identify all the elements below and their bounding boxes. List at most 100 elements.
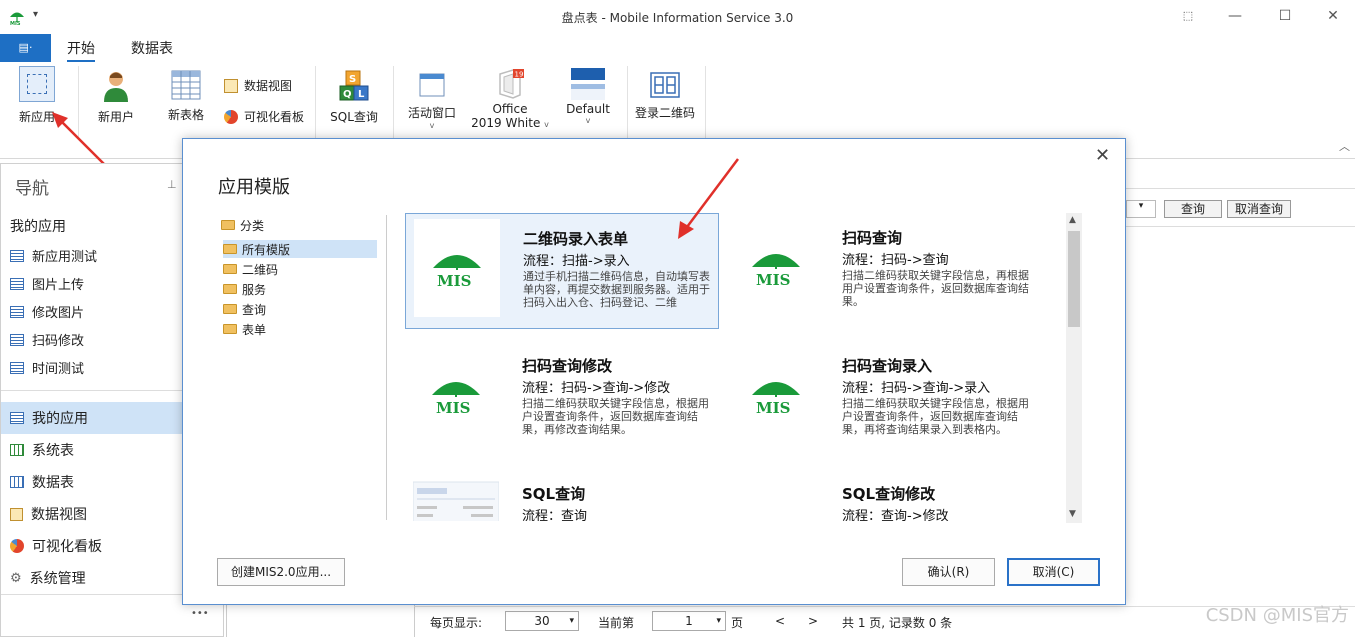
folder-open-icon xyxy=(223,244,237,254)
template-flow: 流程：查询 xyxy=(522,509,588,521)
next-page-button[interactable]: > xyxy=(808,614,818,628)
table-grid-icon xyxy=(171,70,201,100)
folder-icon xyxy=(223,324,237,334)
scroll-thumb[interactable] xyxy=(1068,231,1080,327)
nav-item-app-2[interactable]: 图片上传 xyxy=(10,274,84,293)
template-title: 扫码查询录入 xyxy=(842,357,933,375)
current-page-label: 当前第 xyxy=(598,616,635,630)
tree-node-root[interactable]: 分类 xyxy=(221,216,264,234)
theme-default-button[interactable]: Default v xyxy=(562,68,614,125)
theme-swatch-icon xyxy=(571,68,605,100)
login-qr-button[interactable]: 登录二维码 xyxy=(633,72,697,121)
template-title: SQL查询 xyxy=(522,485,586,503)
list-icon xyxy=(10,361,24,374)
theme-office-button[interactable]: 19 Office 2019 White v xyxy=(470,68,550,130)
pin-icon[interactable]: ⊥ xyxy=(167,178,177,191)
folder-open-icon xyxy=(221,220,235,230)
theme-office-label-2: 2019 White v xyxy=(471,116,549,130)
data-view-icon xyxy=(10,507,23,521)
template-card-scan-query[interactable]: MIS 扫码查询 流程：扫码->查询 扫描二维码获取关键字段信息，再根据用户设置… xyxy=(725,213,1039,329)
tree-node-all[interactable]: 所有模版 xyxy=(223,240,377,258)
annotation-arrow-icon xyxy=(678,158,739,239)
tab-start[interactable]: 开始 xyxy=(67,38,95,62)
nav-item-app-3[interactable]: 修改图片 xyxy=(10,302,84,321)
page-summary: 共 1 页, 记录数 0 条 xyxy=(842,616,953,630)
pie-chart-icon xyxy=(224,109,238,124)
nav-section-my-apps: 我的应用 xyxy=(10,219,66,235)
query-button[interactable]: 查询 xyxy=(1164,200,1222,218)
confirm-button[interactable]: 确认(R) xyxy=(902,558,995,586)
list-icon xyxy=(10,305,24,318)
mis-logo-icon: MIS xyxy=(413,346,499,444)
prev-page-button[interactable]: < xyxy=(775,614,785,628)
maximize-button[interactable]: ☐ xyxy=(1274,6,1296,26)
tree-node-qrcode[interactable]: 二维码 xyxy=(223,260,278,278)
minimize-button[interactable]: — xyxy=(1224,6,1246,26)
template-card-sql-query[interactable]: SQL查询 流程：查询 xyxy=(405,469,719,521)
table-icon xyxy=(10,476,24,488)
chevron-down-icon: ▾ xyxy=(716,616,721,626)
tree-node-service[interactable]: 服务 xyxy=(223,280,266,298)
data-view-icon xyxy=(224,78,238,93)
data-view-label: 数据视图 xyxy=(244,79,293,93)
page-unit-label: 页 xyxy=(731,616,744,630)
active-window-label: 活动窗口 xyxy=(407,106,456,120)
scroll-up-icon[interactable]: ▲ xyxy=(1069,215,1076,225)
dialog-close-icon[interactable]: ✕ xyxy=(1095,145,1110,166)
data-view-button[interactable]: 数据视图 xyxy=(224,77,292,94)
ribbon-tabs: ▤· 开始 数据表 xyxy=(0,34,1355,62)
template-desc: 通过手机扫描二维码信息，自动填写表单内容，再提交数据到服务器。适用于扫码入出入仓… xyxy=(523,270,710,309)
new-table-button[interactable]: 新表格 xyxy=(163,70,209,123)
new-app-icon xyxy=(19,66,55,102)
sql-query-button[interactable]: S Q L SQL查询 xyxy=(328,70,380,125)
folder-icon xyxy=(223,304,237,314)
template-card-scan-query-input[interactable]: MIS 扫码查询录入 流程：扫码->查询->录入 扫描二维码获取关键字段信息，根… xyxy=(725,341,1039,457)
cancel-query-button[interactable]: 取消查询 xyxy=(1227,200,1291,218)
template-card-sql-query-edit[interactable]: SQL查询修改 流程：查询->修改 xyxy=(725,469,1039,521)
template-gallery: MIS 二维码录入表单 流程：扫描->录入 通过手机扫描二维码信息，自动填写表单… xyxy=(405,213,1067,521)
svg-text:MIS: MIS xyxy=(756,271,790,289)
list-icon xyxy=(10,333,24,346)
nav-item-app-4[interactable]: 扫码修改 xyxy=(10,330,84,349)
sql-query-label: SQL查询 xyxy=(330,110,378,124)
active-window-button[interactable]: 活动窗口 v xyxy=(405,72,459,130)
cancel-button[interactable]: 取消(C) xyxy=(1007,558,1100,586)
nav-item-app-1[interactable]: 新应用测试 xyxy=(10,246,97,265)
tab-data-table[interactable]: 数据表 xyxy=(131,38,173,58)
screenshot-thumbnail-icon xyxy=(413,474,499,521)
nav-title: 导航 xyxy=(15,179,49,199)
qr-badge-icon xyxy=(650,72,680,98)
user-icon xyxy=(104,72,128,102)
filter-combo[interactable]: ▾ xyxy=(1126,200,1156,218)
app-template-dialog: 应用模版 ✕ 分类 所有模版 二维码 服务 查询 表单 MIS 二维码录入表单 … xyxy=(182,138,1126,605)
window-icon xyxy=(419,73,445,97)
restore-icon[interactable]: ⬚ xyxy=(1177,6,1199,26)
nav-more-button[interactable]: ••• xyxy=(191,608,209,619)
create-mis2-app-button[interactable]: 创建MIS2.0应用... xyxy=(217,558,345,586)
chevron-down-icon: v xyxy=(585,116,591,125)
dashboard-button[interactable]: 可视化看板 xyxy=(224,108,304,125)
current-page-select[interactable]: 1 ▾ xyxy=(652,611,726,631)
close-button[interactable]: ✕ xyxy=(1322,6,1344,26)
tree-node-form[interactable]: 表单 xyxy=(223,320,266,338)
page-size-select[interactable]: 30 ▾ xyxy=(505,611,579,631)
list-icon xyxy=(10,277,24,290)
folder-icon xyxy=(223,284,237,294)
template-flow: 流程：扫描->录入 xyxy=(523,254,630,269)
gear-icon: ⚙ xyxy=(10,570,22,586)
theme-office-label-1: Office xyxy=(492,102,528,116)
svg-text:S: S xyxy=(349,74,356,85)
file-menu-button[interactable]: ▤· xyxy=(0,34,51,62)
tree-node-query[interactable]: 查询 xyxy=(223,300,266,318)
title-bar: MIS ▾ 盘点表 - Mobile Information Service 3… xyxy=(0,0,1355,34)
scroll-down-icon[interactable]: ▼ xyxy=(1069,509,1076,519)
template-card-scan-query-edit[interactable]: MIS 扫码查询修改 流程：扫码->查询->修改 扫描二维码获取关键字段信息，根… xyxy=(405,341,719,457)
svg-text:L: L xyxy=(358,89,365,100)
list-icon xyxy=(10,412,24,424)
template-desc: 扫描二维码获取关键字段信息，再根据用户设置查询条件，返回数据库查询结果。 xyxy=(842,269,1029,308)
gallery-scrollbar[interactable]: ▲ ▼ xyxy=(1066,213,1082,523)
ribbon-collapse-icon[interactable]: ︿ xyxy=(1339,138,1350,154)
nav-item-app-5[interactable]: 时间测试 xyxy=(10,358,84,377)
template-title: 扫码查询修改 xyxy=(522,357,613,375)
svg-text:MIS: MIS xyxy=(436,399,470,417)
